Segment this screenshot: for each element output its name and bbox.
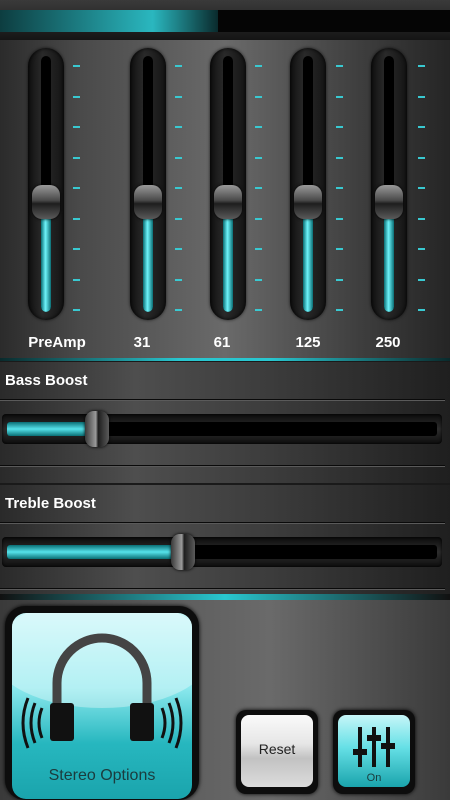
tick-mark xyxy=(73,126,80,128)
eq-toggle-label: On xyxy=(366,772,382,784)
top-progress-fill xyxy=(0,10,218,32)
divider-line xyxy=(0,588,445,590)
tick-mark xyxy=(255,248,262,250)
tick-mark xyxy=(175,95,182,98)
slider-knob[interactable] xyxy=(214,185,242,219)
treble-boost-panel: Treble Boost xyxy=(0,485,450,606)
tick-mark xyxy=(418,126,425,128)
eq-toggle-button[interactable]: On xyxy=(333,710,415,794)
slider-knob[interactable] xyxy=(171,534,195,570)
bass-boost-panel: Bass Boost xyxy=(0,362,450,483)
tick-mark xyxy=(336,248,343,250)
top-progress-track xyxy=(218,10,450,32)
band-125-ticks xyxy=(336,65,346,313)
tick-mark xyxy=(336,156,343,159)
bass-boost-title: Bass Boost xyxy=(5,372,88,389)
tick-mark xyxy=(336,95,343,98)
band-31-ticks xyxy=(175,65,185,313)
tick-mark xyxy=(418,156,425,159)
tick-mark xyxy=(336,126,343,128)
tick-mark xyxy=(255,278,262,281)
tick-mark xyxy=(175,309,182,311)
divider-line xyxy=(0,399,445,401)
tick-mark xyxy=(418,187,425,189)
slider-fill xyxy=(7,422,97,436)
tick-mark xyxy=(255,309,262,311)
stereo-options-label: Stereo Options xyxy=(48,767,156,784)
tick-mark xyxy=(73,95,80,98)
tick-mark xyxy=(418,248,425,250)
slider-fill xyxy=(7,545,183,559)
bass-boost-slider[interactable] xyxy=(2,411,442,447)
equalizer-sliders-icon xyxy=(353,727,395,767)
band-125-slider[interactable] xyxy=(290,48,326,320)
tick-mark xyxy=(73,309,80,311)
band-250-slider[interactable] xyxy=(371,48,407,320)
tick-mark xyxy=(73,248,80,250)
slider-knob[interactable] xyxy=(85,411,109,447)
tick-mark xyxy=(175,156,182,159)
band-label-125: 125 xyxy=(295,334,321,351)
tick-mark xyxy=(175,187,182,189)
tick-mark xyxy=(175,248,182,250)
tick-mark xyxy=(73,156,80,159)
tick-mark xyxy=(255,217,262,220)
slider-knob[interactable] xyxy=(375,185,403,219)
band-label-31: 31 xyxy=(133,334,151,351)
band-61-slider[interactable] xyxy=(210,48,246,320)
tick-mark xyxy=(255,65,262,67)
tick-mark xyxy=(175,278,182,281)
band-31-slider[interactable] xyxy=(130,48,166,320)
tick-mark xyxy=(336,65,343,67)
reset-label: Reset xyxy=(258,741,296,757)
band-label-61: 61 xyxy=(213,334,231,351)
tick-mark xyxy=(418,309,425,311)
band-label-preamp: PreAmp xyxy=(28,334,86,351)
tick-mark xyxy=(73,65,80,67)
slider-knob[interactable] xyxy=(294,185,322,219)
reset-button[interactable]: Reset xyxy=(236,710,318,794)
tick-mark xyxy=(255,95,262,98)
tick-mark xyxy=(336,309,343,311)
tick-mark xyxy=(336,278,343,281)
divider-line xyxy=(0,465,445,467)
preamp-ticks xyxy=(73,65,83,313)
band-61-ticks xyxy=(255,65,265,313)
tick-mark xyxy=(336,217,343,220)
tick-mark xyxy=(255,187,262,189)
tick-mark xyxy=(255,126,262,128)
tick-mark xyxy=(255,156,262,159)
slider-knob[interactable] xyxy=(32,185,60,219)
treble-boost-slider[interactable] xyxy=(2,534,442,570)
tick-mark xyxy=(418,65,425,67)
tick-mark xyxy=(175,126,182,128)
tick-mark xyxy=(418,278,425,281)
slider-knob[interactable] xyxy=(134,185,162,219)
top-progress-bar xyxy=(0,0,450,40)
tick-mark xyxy=(336,187,343,189)
tick-mark xyxy=(73,217,80,220)
band-250-ticks xyxy=(418,65,428,313)
tick-mark xyxy=(175,217,182,220)
headphones-icon xyxy=(12,613,192,749)
tick-mark xyxy=(418,217,425,220)
tick-mark xyxy=(73,278,80,281)
tick-mark xyxy=(418,95,425,98)
treble-boost-title: Treble Boost xyxy=(5,495,96,512)
preamp-slider[interactable] xyxy=(28,48,64,320)
stereo-options-button[interactable]: Stereo Options xyxy=(5,606,199,800)
bottom-panel: Stereo Options Reset On xyxy=(0,600,450,800)
tick-mark xyxy=(175,65,182,67)
equalizer-panel: PreAmp 31 61 125 250 xyxy=(0,40,450,361)
band-label-250: 250 xyxy=(375,334,401,351)
divider-line xyxy=(0,522,445,524)
tick-mark xyxy=(73,187,80,189)
